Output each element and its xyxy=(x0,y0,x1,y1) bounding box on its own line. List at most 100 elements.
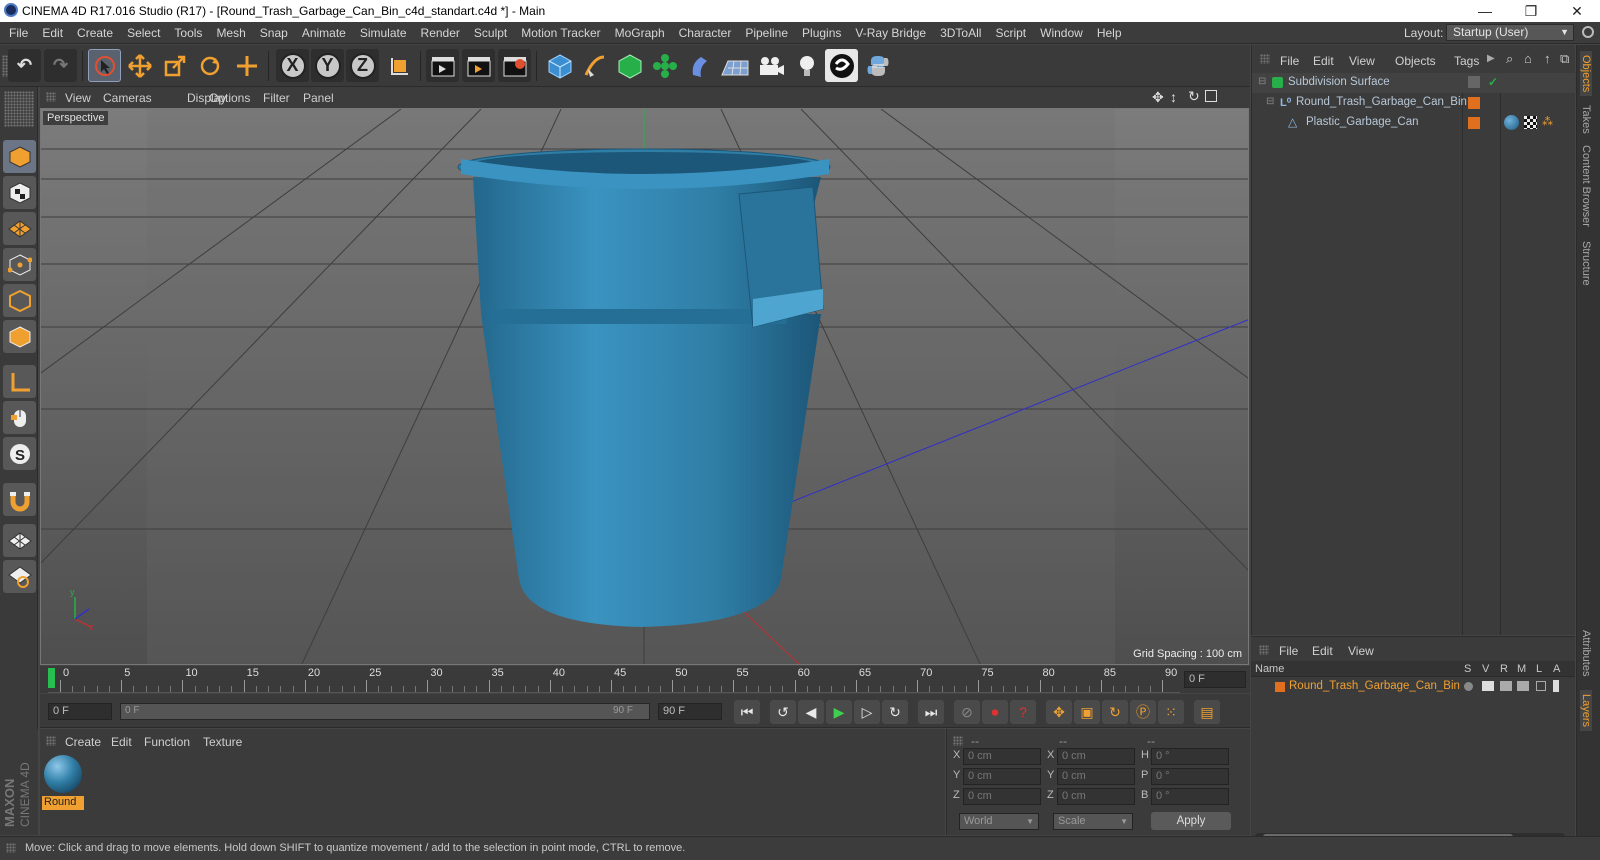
key-param-button[interactable]: Ⓟ xyxy=(1130,700,1156,724)
new-window-icon[interactable]: ⧉ xyxy=(1560,51,1569,67)
live-selection-button[interactable] xyxy=(88,49,121,82)
object-row-plastic-can[interactable]: △ Plastic_Garbage_Can ⁂ xyxy=(1252,113,1576,133)
light-button[interactable] xyxy=(790,49,823,82)
menu-mograph[interactable]: MoGraph xyxy=(608,22,672,44)
goto-start-button[interactable]: ⏮ xyxy=(734,700,760,724)
texture-mode-button[interactable] xyxy=(3,176,36,209)
object-menu-objects[interactable]: Objects xyxy=(1395,54,1436,68)
next-frame-button[interactable]: ▷ xyxy=(854,700,880,724)
timeline-window-button[interactable]: ▤ xyxy=(1194,700,1220,724)
timeline-ruler[interactable]: 0 5 10 15 20 25 30 35 40 45 50 55 60 65 70 75 80 85 90 0 F xyxy=(40,666,1250,693)
layer-color-swatch[interactable] xyxy=(1468,117,1480,129)
vray-button[interactable] xyxy=(825,49,858,82)
prev-frame-button[interactable]: ◀ xyxy=(798,700,824,724)
menu-script[interactable]: Script xyxy=(988,22,1033,44)
coord-value-field[interactable]: 0 cm xyxy=(1057,748,1135,765)
collapse-icon[interactable]: ⊟ xyxy=(1266,96,1274,107)
menu-3dtoall[interactable]: 3DToAll xyxy=(933,22,988,44)
minimize-button[interactable]: — xyxy=(1462,0,1508,22)
material-menu-create[interactable]: Create xyxy=(65,735,101,749)
menu-render[interactable]: Render xyxy=(414,22,467,44)
deformer-button[interactable] xyxy=(683,49,716,82)
viewport-move-icon[interactable]: ✥ xyxy=(1152,89,1164,106)
scale-tool-button[interactable] xyxy=(158,49,191,82)
coord-scale-select[interactable]: Scale ▼ xyxy=(1053,813,1133,830)
menu-character[interactable]: Character xyxy=(672,22,739,44)
y-axis-lock-button[interactable]: Y xyxy=(311,49,344,82)
coord-value-field[interactable]: 0 ° xyxy=(1151,768,1229,785)
object-menu-tags[interactable]: Tags xyxy=(1454,54,1479,68)
tab-structure[interactable]: Structure xyxy=(1580,241,1592,286)
rotate-tool-button[interactable] xyxy=(193,49,226,82)
layer-swatch[interactable] xyxy=(1468,76,1480,88)
z-axis-lock-button[interactable]: Z xyxy=(346,49,379,82)
render-picture-viewer-button[interactable] xyxy=(462,49,495,82)
render-settings-button[interactable] xyxy=(498,49,531,82)
move-tool-button[interactable] xyxy=(123,49,156,82)
coord-world-select[interactable]: World ▼ xyxy=(959,813,1039,830)
cube-object-button[interactable] xyxy=(543,49,576,82)
coord-value-field[interactable]: 0 cm xyxy=(963,748,1041,765)
key-rotation-button[interactable]: ↻ xyxy=(1102,700,1128,724)
menu-pipeline[interactable]: Pipeline xyxy=(738,22,795,44)
object-row-round-trash[interactable]: ⊟ L⁰ Round_Trash_Garbage_Can_Bin xyxy=(1252,93,1576,113)
viewport-maximize-icon[interactable] xyxy=(1205,90,1217,102)
cloner-button[interactable] xyxy=(648,49,681,82)
layer-menu-view[interactable]: View xyxy=(1348,644,1374,658)
search-icon[interactable] xyxy=(1582,26,1594,38)
apply-button[interactable]: Apply xyxy=(1151,812,1231,830)
material-tag-icon[interactable] xyxy=(1504,115,1519,130)
record-disabled-button[interactable]: ⊘ xyxy=(954,700,980,724)
viewport-zoom-icon[interactable]: ↕ xyxy=(1170,89,1177,105)
menu-simulate[interactable]: Simulate xyxy=(353,22,414,44)
material-menu-edit[interactable]: Edit xyxy=(111,735,132,749)
layer-header-solo[interactable]: S xyxy=(1464,663,1471,675)
collapse-icon[interactable]: ⊟ xyxy=(1258,76,1266,87)
layer-header-manager[interactable]: M xyxy=(1517,663,1526,675)
layout-select[interactable]: Startup (User) ▼ xyxy=(1446,24,1574,41)
viewport-menu-options[interactable]: Options xyxy=(209,91,250,105)
workplane-mode-button[interactable] xyxy=(3,212,36,245)
menu-mesh[interactable]: Mesh xyxy=(209,22,252,44)
up-arrow-icon[interactable]: ↑ xyxy=(1544,51,1551,66)
tweak-mode-button[interactable] xyxy=(3,401,36,434)
recent-tools-button[interactable] xyxy=(230,49,263,82)
tab-takes[interactable]: Takes xyxy=(1580,105,1592,134)
menu-window[interactable]: Window xyxy=(1033,22,1090,44)
floor-button[interactable] xyxy=(718,49,751,82)
viewport-menu-panel[interactable]: Panel xyxy=(303,91,334,105)
material-swatch[interactable]: Round xyxy=(42,753,84,811)
object-menu-file[interactable]: File xyxy=(1280,54,1299,68)
layer-menu-edit[interactable]: Edit xyxy=(1312,644,1333,658)
material-manager-grip[interactable] xyxy=(46,736,56,746)
render-view-button[interactable] xyxy=(426,49,459,82)
layer-header-visible[interactable]: V xyxy=(1482,663,1489,675)
layer-manager-icon[interactable] xyxy=(1517,681,1529,691)
layer-solo-dot[interactable] xyxy=(1464,682,1473,691)
solo-button[interactable]: S xyxy=(3,437,36,470)
axis-mode-button[interactable] xyxy=(3,365,36,398)
workplane-lock-button[interactable] xyxy=(3,524,36,557)
viewport-menu-view[interactable]: View xyxy=(65,91,91,105)
polygons-mode-button[interactable] xyxy=(3,320,36,353)
range-slider[interactable]: 0 F 90 F xyxy=(120,703,650,720)
next-key-button[interactable]: ↻ xyxy=(882,700,908,724)
menu-sculpt[interactable]: Sculpt xyxy=(467,22,514,44)
close-button[interactable]: ✕ xyxy=(1554,0,1600,22)
layer-animation-icon[interactable] xyxy=(1553,680,1559,692)
coord-value-field[interactable]: 0 cm xyxy=(963,768,1041,785)
layer-header-render[interactable]: R xyxy=(1500,663,1508,675)
layer-manager-grip[interactable] xyxy=(1259,645,1269,655)
layer-eye-icon[interactable] xyxy=(1482,681,1494,691)
phong-tag-icon[interactable]: ⁂ xyxy=(1542,115,1553,128)
current-frame-field[interactable]: 0 F xyxy=(1184,671,1246,688)
home-icon[interactable]: ⌂ xyxy=(1524,51,1532,66)
uvw-tag-icon[interactable] xyxy=(1524,116,1537,129)
tab-layers[interactable]: Layers xyxy=(1580,690,1592,732)
layer-header-name[interactable]: Name xyxy=(1255,663,1284,675)
coord-value-field[interactable]: 0 cm xyxy=(1057,788,1135,805)
object-menu-edit[interactable]: Edit xyxy=(1313,54,1334,68)
object-menu-view[interactable]: View xyxy=(1349,54,1375,68)
coordinates-grip[interactable] xyxy=(953,736,963,746)
playhead[interactable] xyxy=(48,668,55,688)
